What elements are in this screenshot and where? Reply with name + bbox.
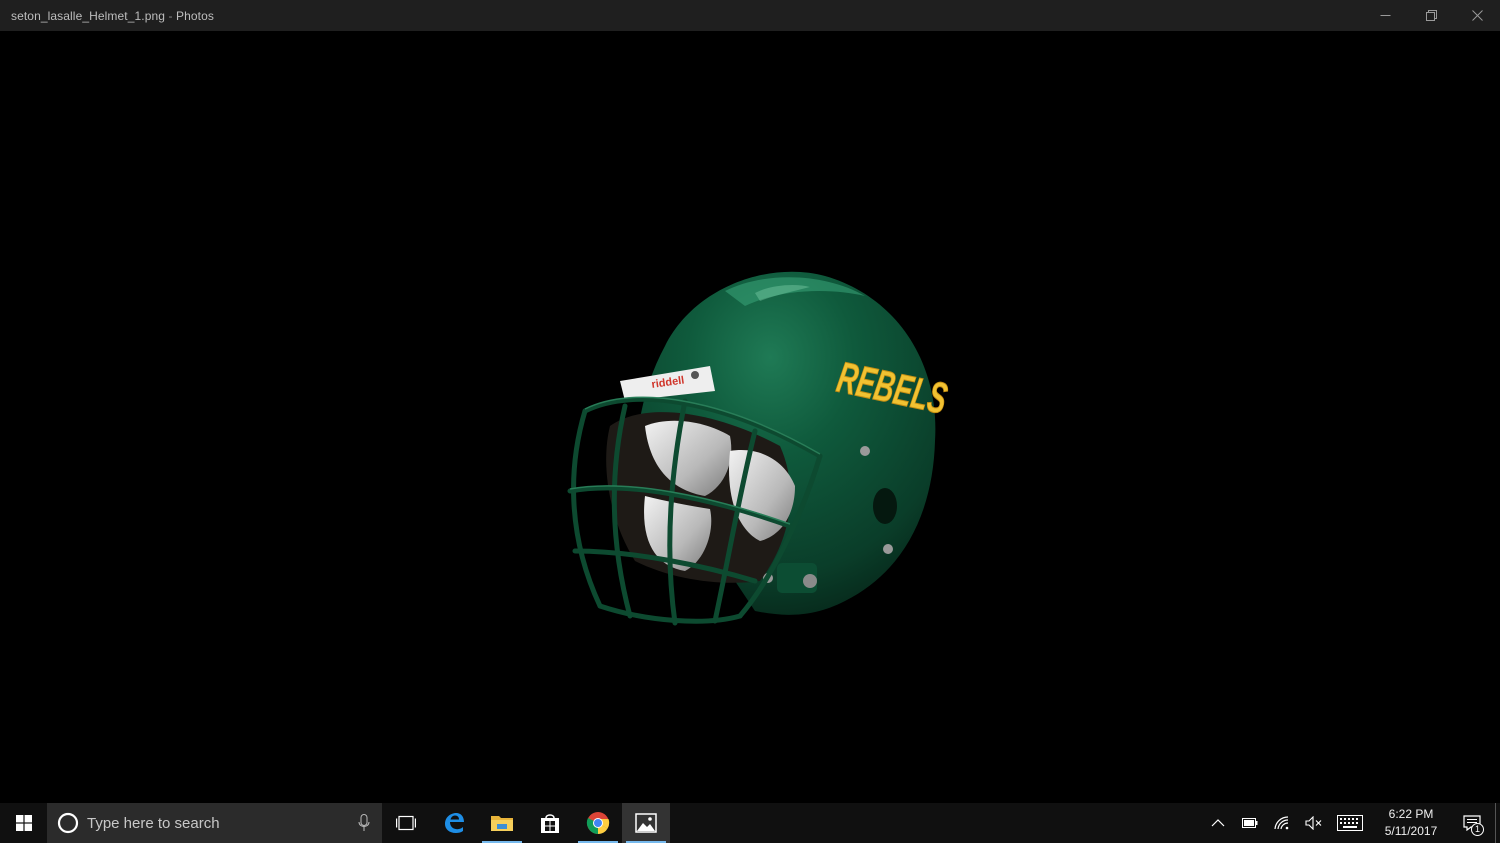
system-tray: 6:22 PM 5/11/2017 1 <box>1202 803 1500 843</box>
helmet-image: riddell REBELS <box>567 271 950 626</box>
action-center-button[interactable]: 1 <box>1452 803 1492 843</box>
close-button[interactable] <box>1454 0 1500 31</box>
clock-date: 5/11/2017 <box>1384 824 1438 838</box>
clock-time: 6:22 PM <box>1388 807 1434 821</box>
battery-button[interactable] <box>1234 803 1266 843</box>
keyboard-icon <box>1337 815 1363 831</box>
chevron-up-icon <box>1211 819 1225 827</box>
show-hidden-icons-button[interactable] <box>1202 803 1234 843</box>
microphone-icon[interactable] <box>358 814 370 832</box>
window-title-file: seton_lasalle_Helmet_1.png <box>11 8 166 23</box>
minimize-icon <box>1380 15 1390 16</box>
wifi-icon <box>1274 816 1289 830</box>
battery-icon <box>1242 818 1258 828</box>
windows-logo-icon <box>15 815 32 831</box>
minimize-button[interactable] <box>1362 0 1408 31</box>
window-title-app: Photos <box>176 8 214 23</box>
photo-canvas[interactable]: riddell REBELS <box>0 31 1500 803</box>
clock[interactable]: 6:22 PM 5/11/2017 <box>1376 803 1446 843</box>
taskbar-app-file-explorer[interactable] <box>478 803 526 843</box>
window-controls <box>1362 0 1500 31</box>
title-bar[interactable]: seton_lasalle_Helmet_1.png - Photos <box>0 0 1500 31</box>
show-desktop-divider <box>1495 803 1496 843</box>
window-title-separator: - <box>165 8 177 23</box>
restore-button[interactable] <box>1408 0 1454 31</box>
taskbar-app-photos[interactable] <box>622 803 670 843</box>
cortana-icon <box>57 812 79 834</box>
volume-muted-icon <box>1305 816 1322 830</box>
window-title: seton_lasalle_Helmet_1.png - Photos <box>11 9 214 23</box>
photos-icon <box>635 813 657 833</box>
taskbar-app-chrome[interactable] <box>574 803 622 843</box>
folder-icon <box>491 816 513 831</box>
task-view-icon <box>396 815 416 831</box>
taskbar: Type here to search 6:22 PM 5/11/2017 1 <box>0 803 1500 843</box>
touch-keyboard-button[interactable] <box>1330 803 1370 843</box>
search-box[interactable]: Type here to search <box>47 803 382 843</box>
search-placeholder: Type here to search <box>87 814 220 832</box>
notification-count-badge: 1 <box>1471 823 1484 836</box>
start-button[interactable] <box>0 803 47 843</box>
helmet-screw <box>860 446 870 456</box>
edge-icon <box>445 813 464 833</box>
chrome-icon <box>586 812 610 834</box>
task-view-button[interactable] <box>382 803 430 843</box>
taskbar-app-edge[interactable] <box>430 803 478 843</box>
taskbar-app-store[interactable] <box>526 803 574 843</box>
show-desktop-button[interactable] <box>1492 803 1500 843</box>
close-icon <box>1471 10 1483 21</box>
store-icon <box>541 814 559 833</box>
network-button[interactable] <box>1266 803 1298 843</box>
restore-icon <box>1425 10 1437 21</box>
volume-button[interactable] <box>1298 803 1330 843</box>
